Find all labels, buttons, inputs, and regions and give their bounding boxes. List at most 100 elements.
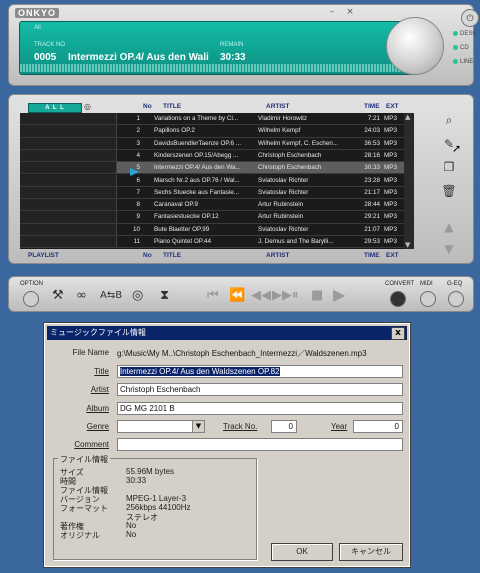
repeat-icon[interactable]: ∞ <box>76 288 87 303</box>
cell-artist: Sviatoslav Richter <box>258 176 309 184</box>
play-icon[interactable]: ▶ <box>333 285 345 304</box>
cell-ext: MP3 <box>384 115 397 122</box>
cell-artist: Christoph Eschenbach <box>258 164 322 172</box>
cell-no: 4 <box>136 151 140 159</box>
convert-button[interactable] <box>390 291 406 307</box>
title-field[interactable]: Intermezzi OP.4/ Aus den Waldszenen OP.8… <box>117 365 403 378</box>
cell-time: 21:07 <box>364 225 380 233</box>
col-title[interactable]: TITLE <box>163 103 181 110</box>
cell-title: Fantasiestuecke OP.12 <box>154 213 219 221</box>
cancel-button[interactable]: キャンセル <box>339 543 403 561</box>
power-knob[interactable]: ⏻ <box>461 9 479 27</box>
minimize-button[interactable]: – <box>325 7 339 17</box>
comment-field[interactable] <box>117 438 403 451</box>
tab-all[interactable]: A L L <box>28 103 82 113</box>
artist-field[interactable]: Christoph Eschenbach <box>117 383 403 396</box>
move-up-icon[interactable]: ▲ <box>441 220 457 234</box>
artist-label: Artist <box>90 385 109 394</box>
surround-icon[interactable]: ◎ <box>132 288 143 303</box>
cell-no: 10 <box>132 225 140 233</box>
cell-artist: Sviatoslav Richter <box>258 188 309 196</box>
cell-no: 7 <box>136 188 140 196</box>
mode-cd[interactable]: CD <box>453 45 479 54</box>
prev-track-icon[interactable]: ⏮ <box>207 288 219 303</box>
copy-icon[interactable]: ❐ <box>441 160 457 174</box>
close-button[interactable]: × <box>343 7 357 17</box>
table-row[interactable]: 7 Sechs Stuecke aus Fantasie... Sviatoslav… <box>20 186 414 200</box>
table-row[interactable]: 3 DavidsBuendlerTaenze OP.6 ... Wilhelm Ke… <box>20 137 414 150</box>
cell-title: Kinderszenen OP.15/Abegg ... <box>154 151 239 159</box>
table-row[interactable]: 5 Intermezzi OP.4/ Aus den Wa... Christoph… <box>20 162 414 175</box>
skip-back-icon[interactable]: ⏪ <box>229 288 245 303</box>
fast-forward-icon[interactable]: ▶▶ <box>272 288 292 303</box>
cell-no: 11 <box>133 238 140 245</box>
convert-label: CONVERT <box>385 281 415 287</box>
volume-knob[interactable] <box>386 17 444 75</box>
title-label: Title <box>94 367 109 376</box>
geq-label: G-EQ <box>447 281 463 287</box>
cell-no: 3 <box>136 139 140 147</box>
timer-icon[interactable]: ⧗ <box>160 288 169 303</box>
file-name-value: g:\Music\My M..\Christoph Eschenbach_Int… <box>117 349 367 358</box>
tools-icon[interactable]: ⚒ <box>52 288 64 303</box>
option-button[interactable] <box>23 291 39 307</box>
search-icon[interactable]: ⌕ <box>441 113 457 127</box>
cell-ext: MP3 <box>384 139 397 147</box>
list-scrollbar[interactable]: ▲ ▼ <box>404 113 414 249</box>
year-field[interactable]: 0 <box>353 420 403 433</box>
pause-icon[interactable]: ⏸ <box>292 288 299 303</box>
table-row[interactable]: 8 Caranaval OP.9 Artur Rubinstein 28:44 MP3 <box>20 199 414 212</box>
midi-button[interactable] <box>420 291 436 307</box>
ab-repeat-icon[interactable]: A⇆B <box>100 290 122 301</box>
row-gutter <box>20 236 117 248</box>
album-field[interactable]: DG MG 2101 B <box>117 402 403 415</box>
cell-title: Sechs Stuecke aus Fantasie... <box>154 188 240 196</box>
trash-icon[interactable]: 🗑 <box>441 184 457 198</box>
table-row[interactable]: 1 Variations on a Theme by Cl... Vladimir … <box>20 113 414 126</box>
cell-time: 36:53 <box>364 139 380 147</box>
track-no-field[interactable]: 0 <box>271 420 297 433</box>
cell-artist: Wilhelm Kempf, C. Eschen... <box>258 139 339 147</box>
tab-settings-icon[interactable]: ◎ <box>84 102 91 111</box>
footer-artist: ARTIST <box>266 252 290 259</box>
chevron-down-icon[interactable]: ▼ <box>192 421 204 432</box>
lcd-track-label: TRACK NO <box>34 42 66 48</box>
genre-select[interactable]: ▼ <box>117 420 205 433</box>
table-row[interactable]: 4 Kinderszenen OP.15/Abegg ... Christoph E… <box>20 149 414 163</box>
row-gutter <box>20 137 117 149</box>
geq-button[interactable] <box>448 291 464 307</box>
option-label: OPTION <box>20 281 44 287</box>
dialog-titlebar: ミュージックファイル情報 x <box>47 326 407 340</box>
rewind-icon[interactable]: ◀◀ <box>251 288 271 303</box>
col-artist[interactable]: ARTIST <box>266 103 289 110</box>
move-down-icon[interactable]: ▼ <box>441 242 457 256</box>
table-row[interactable]: 2 Papillons OP.2 Wilhelm Kempf 24:03 MP3 <box>20 125 414 138</box>
cell-ext: MP3 <box>384 201 397 209</box>
cell-artist: Wilhelm Kempf <box>258 127 301 135</box>
year-label: Year <box>331 422 348 431</box>
cell-ext: MP3 <box>384 238 397 245</box>
mode-line[interactable]: LINE <box>453 59 479 68</box>
cell-ext: MP3 <box>384 213 397 221</box>
cell-ext: MP3 <box>384 151 397 159</box>
row-gutter <box>20 186 117 199</box>
row-gutter <box>20 149 117 162</box>
table-row[interactable]: 6 Marsch Nr.2 aus OP.76 / Wal... Sviatosla… <box>20 174 414 187</box>
dialog-close-button[interactable]: x <box>391 327 405 340</box>
cell-title: DavidsBuendlerTaenze OP.6 ... <box>154 139 242 147</box>
col-time[interactable]: TIME <box>364 103 380 110</box>
table-row[interactable]: 9 Fantasiestuecke OP.12 Artur Rubinstein 29… <box>20 211 414 224</box>
mode-desk[interactable]: DESK <box>453 31 479 40</box>
table-row[interactable]: 11 Piano Quintet OP.44 J. Demus and The Ba… <box>20 236 414 249</box>
footer-time: TIME <box>364 252 380 259</box>
row-gutter <box>20 199 117 211</box>
col-ext[interactable]: EXT <box>386 103 399 110</box>
cursor-icon: ➚ <box>452 142 462 155</box>
ok-button[interactable]: OK <box>271 543 333 561</box>
col-no[interactable]: No <box>143 103 152 110</box>
info-value: No <box>126 530 137 539</box>
stop-icon[interactable]: ■ <box>311 288 323 303</box>
table-row[interactable]: 10 Bute Blaetter OP.99 Sviatoslav Richter 2… <box>20 223 414 236</box>
cell-ext: MP3 <box>384 164 397 172</box>
cell-time: 28:16 <box>364 151 380 159</box>
